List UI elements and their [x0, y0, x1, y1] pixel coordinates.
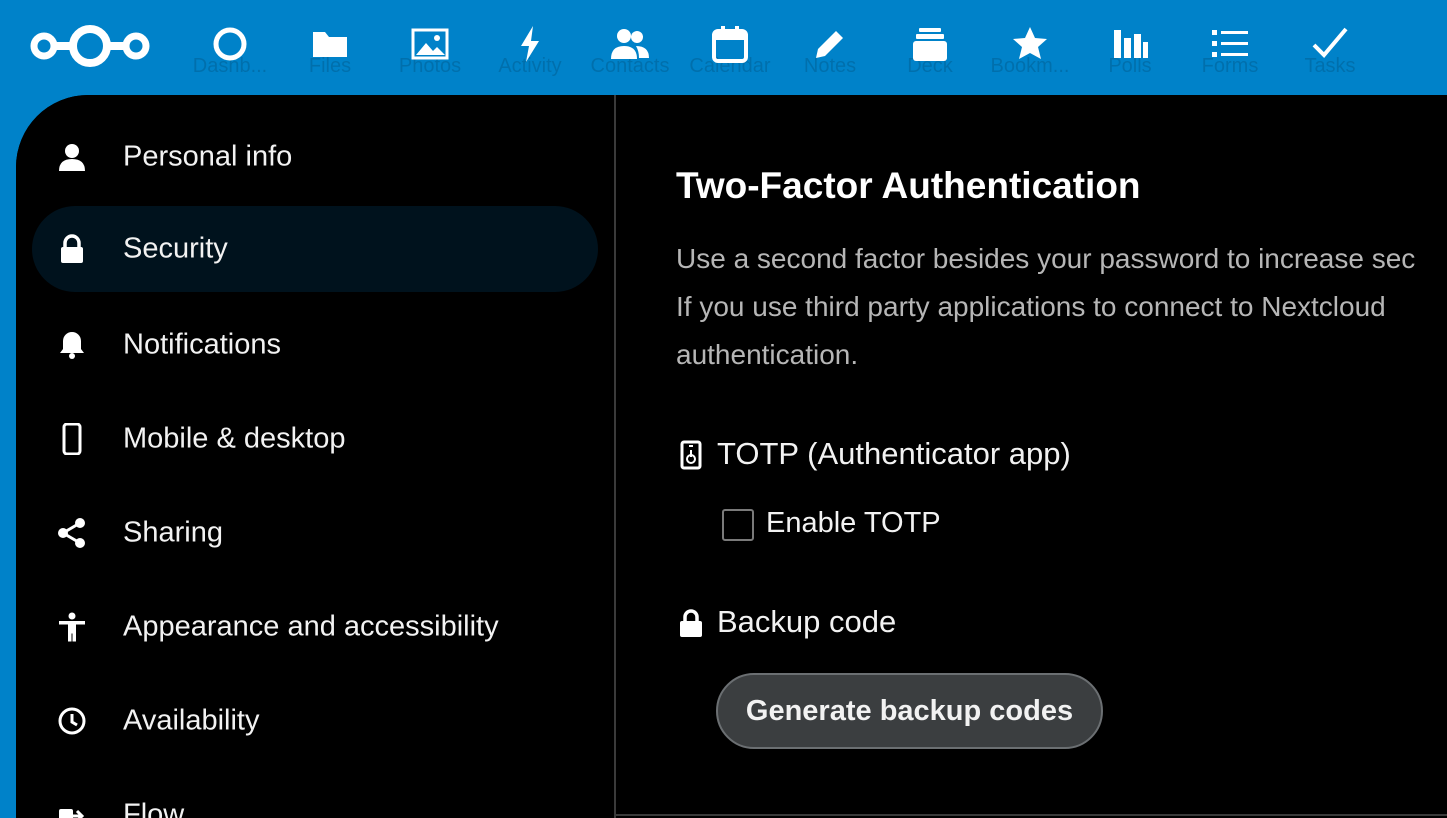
sidebar-item-label: Security — [123, 232, 228, 265]
page-title: Two-Factor Authentication — [676, 165, 1141, 206]
app-calendar[interactable]: Calendar — [680, 0, 780, 95]
folder-icon — [310, 24, 350, 64]
description-line: authentication. — [676, 339, 859, 370]
sidebar-item-mobile-desktop[interactable]: Mobile & desktop — [32, 396, 598, 482]
phone-icon — [56, 423, 88, 455]
star-icon — [1010, 24, 1050, 64]
image-icon — [410, 24, 450, 64]
lightning-icon — [510, 24, 550, 64]
sidebar-item-label: Flow — [123, 798, 185, 818]
app-tasks[interactable]: Tasks — [1280, 0, 1380, 95]
settings-sidebar: Personal info Security Notifications Mob… — [16, 95, 614, 818]
enable-totp-label: Enable TOTP — [766, 507, 941, 539]
app-dashboard[interactable]: Dashb... — [180, 0, 280, 95]
calendar-icon — [710, 24, 750, 64]
flow-icon — [56, 799, 88, 818]
list-icon — [1210, 24, 1250, 64]
app-header: Dashb... Files Photos Activity Contacts … — [0, 0, 1447, 95]
app-bookmarks[interactable]: Bookm... — [980, 0, 1080, 95]
sidebar-item-label: Sharing — [123, 516, 223, 549]
sidebar-item-sharing[interactable]: Sharing — [32, 490, 598, 576]
sidebar-item-personal-info[interactable]: Personal info — [32, 114, 598, 200]
sidebar-item-security[interactable]: Security — [32, 206, 598, 292]
bar-chart-icon — [1110, 24, 1150, 64]
checkmark-icon — [1310, 24, 1350, 64]
description-line: Use a second factor besides your passwor… — [676, 243, 1416, 274]
totp-label: TOTP (Authenticator app) — [717, 436, 1071, 471]
bell-icon — [56, 329, 88, 361]
share-icon — [56, 517, 88, 549]
accessibility-icon — [56, 611, 88, 643]
dashboard-icon — [210, 24, 250, 64]
app-files[interactable]: Files — [280, 0, 380, 95]
lock-icon — [676, 607, 706, 639]
sidebar-item-label: Personal info — [123, 140, 293, 173]
app-photos[interactable]: Photos — [380, 0, 480, 95]
authenticator-icon — [676, 439, 706, 471]
app-deck[interactable]: Deck — [880, 0, 980, 95]
app-polls[interactable]: Polls — [1080, 0, 1180, 95]
enable-totp-checkbox[interactable] — [722, 509, 754, 541]
sidebar-item-label: Availability — [123, 704, 260, 737]
sidebar-item-label: Appearance and accessibility — [123, 610, 499, 643]
sidebar-item-flow[interactable]: Flow — [32, 772, 598, 818]
pencil-icon — [810, 24, 850, 64]
app-forms[interactable]: Forms — [1180, 0, 1280, 95]
sidebar-item-availability[interactable]: Availability — [32, 678, 598, 764]
clock-icon — [56, 705, 88, 737]
sidebar-item-appearance[interactable]: Appearance and accessibility — [32, 584, 598, 670]
user-icon — [56, 141, 88, 173]
sidebar-item-notifications[interactable]: Notifications — [32, 302, 598, 388]
generate-backup-codes-button[interactable]: Generate backup codes — [716, 673, 1103, 749]
sidebar-item-label: Notifications — [123, 328, 281, 361]
nextcloud-logo[interactable] — [26, 20, 154, 72]
content-frame: Personal info Security Notifications Mob… — [16, 95, 1447, 818]
app-notes[interactable]: Notes — [780, 0, 880, 95]
backup-code-label: Backup code — [717, 604, 897, 639]
lock-icon — [56, 233, 88, 265]
sidebar-item-label: Mobile & desktop — [123, 422, 346, 455]
nextcloud-logo-icon — [30, 25, 150, 67]
app-contacts[interactable]: Contacts — [580, 0, 680, 95]
content-bottom-divider — [616, 814, 1447, 816]
app-activity[interactable]: Activity — [480, 0, 580, 95]
description-line: If you use third party applications to c… — [676, 291, 1386, 322]
contacts-icon — [610, 24, 650, 64]
deck-icon — [910, 24, 950, 64]
main-content: Two-Factor Authentication Use a second f… — [616, 95, 1447, 814]
